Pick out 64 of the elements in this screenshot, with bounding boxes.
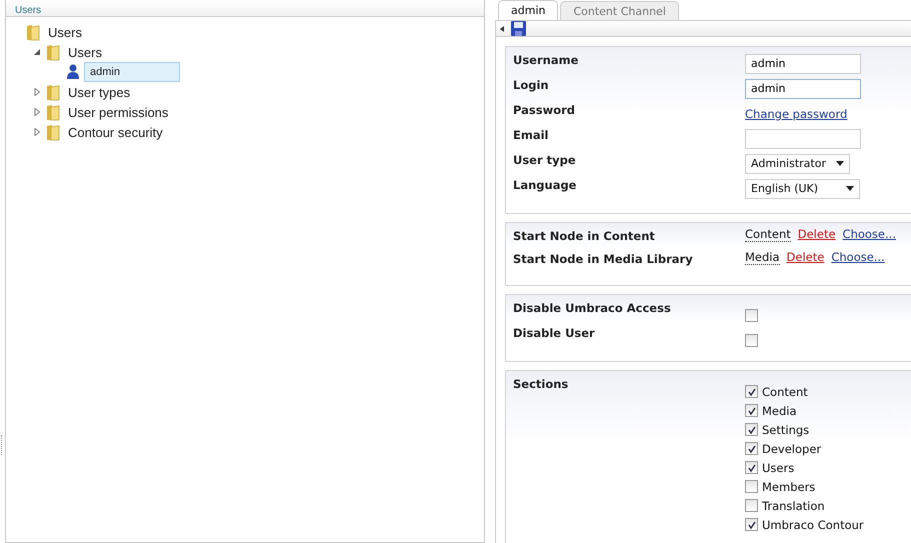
node-name: Media <box>745 250 780 265</box>
checkbox[interactable] <box>745 518 758 531</box>
expander-icon[interactable] <box>33 88 41 96</box>
tab[interactable]: Content Channel <box>560 1 679 20</box>
field-label: Email <box>513 127 550 144</box>
dropdown-arrow-icon <box>846 186 854 191</box>
delete-link[interactable]: Delete <box>798 227 836 241</box>
field-label: Start Node in Content <box>513 228 656 245</box>
checkbox-label: Users <box>762 460 794 474</box>
checkbox-label: Translation <box>762 498 825 512</box>
node-name: Content <box>745 227 791 242</box>
folder-icon <box>46 84 60 100</box>
save-icon[interactable] <box>511 21 526 36</box>
folder-icon <box>26 24 40 40</box>
field-label: Password <box>513 102 576 119</box>
panel-title: Users <box>15 5 42 16</box>
checkbox[interactable] <box>745 461 758 474</box>
dropdown[interactable]: English (UK) <box>745 178 860 198</box>
checkbox-label: Content <box>762 384 808 398</box>
field-label: Username <box>513 52 580 69</box>
dropdown-arrow-icon <box>836 161 844 166</box>
tree-item[interactable]: User types <box>64 82 134 102</box>
field-label: Disable Umbraco Access <box>513 300 672 317</box>
expander-icon[interactable] <box>33 108 41 116</box>
dropdown[interactable]: Administrator <box>745 154 850 174</box>
field-label: Disable User <box>513 325 596 342</box>
checkbox[interactable] <box>745 423 758 436</box>
checkbox[interactable] <box>745 442 758 455</box>
checkbox[interactable] <box>745 309 758 322</box>
checkbox[interactable] <box>745 499 758 512</box>
field-label: Sections <box>513 376 570 393</box>
checkbox-label: Media <box>762 404 797 418</box>
change-password-link[interactable]: Change password <box>745 106 848 120</box>
checkbox[interactable] <box>745 404 758 417</box>
collapse-arrow-icon[interactable] <box>500 26 504 32</box>
folder-icon <box>46 124 60 140</box>
field-label: User type <box>513 152 577 169</box>
tree-item[interactable]: admin <box>84 62 180 82</box>
expander-icon[interactable] <box>33 48 41 56</box>
tree-item[interactable]: Users <box>64 42 106 62</box>
tree-item[interactable]: Users <box>44 22 86 42</box>
user-icon <box>66 64 80 80</box>
field-label: Start Node in Media Library <box>513 251 694 268</box>
tab[interactable]: admin <box>498 0 558 20</box>
checkbox[interactable] <box>745 480 758 493</box>
field-label: Login <box>513 77 550 94</box>
checkbox[interactable] <box>745 385 758 398</box>
folder-icon <box>46 104 60 120</box>
choose-link[interactable]: Choose... <box>831 250 885 264</box>
delete-link[interactable]: Delete <box>786 250 824 264</box>
checkbox-label: Umbraco Contour <box>762 518 864 532</box>
text-field[interactable] <box>745 128 861 148</box>
checkbox-label: Developer <box>762 442 822 456</box>
field-label: Language <box>513 177 578 194</box>
tree-item[interactable]: User permissions <box>64 102 172 122</box>
checkbox-label: Settings <box>762 422 810 436</box>
checkbox-label: Members <box>762 480 816 494</box>
tree-item[interactable]: Contour security <box>64 122 167 142</box>
folder-icon <box>46 44 60 60</box>
text-field[interactable]: admin <box>745 78 861 98</box>
choose-link[interactable]: Choose... <box>842 227 896 241</box>
text-field[interactable]: admin <box>745 54 861 74</box>
checkbox[interactable] <box>745 334 758 347</box>
expander-icon[interactable] <box>33 128 41 136</box>
